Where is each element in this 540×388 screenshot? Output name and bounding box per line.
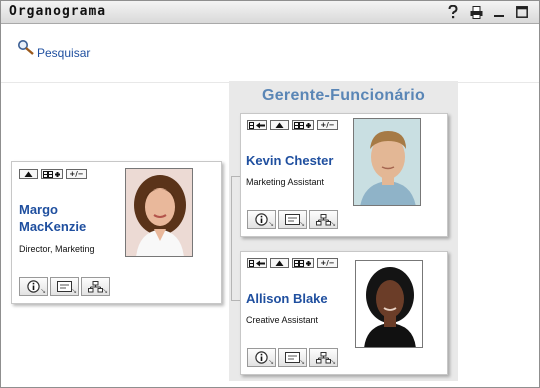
info-icon[interactable]: ↘ bbox=[247, 348, 276, 367]
magnifier-icon bbox=[17, 39, 35, 60]
expand-org-icon[interactable] bbox=[292, 258, 314, 268]
up-arrow-icon[interactable] bbox=[270, 120, 289, 130]
card-toolbar: +/− bbox=[247, 120, 338, 130]
search-link[interactable]: Pesquisar bbox=[17, 39, 90, 60]
up-arrow-icon[interactable] bbox=[19, 169, 38, 179]
expand-org-icon[interactable] bbox=[292, 120, 314, 130]
back-arrow-icon[interactable] bbox=[247, 120, 267, 130]
card-actions: ↘ ↘ ↘ bbox=[247, 210, 338, 229]
minimize-icon[interactable] bbox=[492, 4, 506, 20]
card-toolbar: +/− bbox=[19, 169, 87, 179]
email-icon[interactable]: ↘ bbox=[278, 348, 307, 367]
expand-org-icon[interactable] bbox=[41, 169, 63, 179]
manager-photo bbox=[125, 168, 193, 257]
employee-role: Marketing Assistant bbox=[246, 177, 325, 187]
employee-name[interactable]: Allison Blake bbox=[246, 290, 328, 307]
org-chart-icon[interactable]: ↘ bbox=[81, 277, 110, 296]
hierarchy-connector bbox=[231, 176, 240, 301]
employee-name[interactable]: Kevin Chester bbox=[246, 152, 333, 169]
manager-name-line1: Margo bbox=[19, 202, 58, 217]
employee-card[interactable]: +/− Allison Blake Creative Assistant ↘ ↘ bbox=[240, 251, 448, 375]
search-label[interactable]: Pesquisar bbox=[37, 46, 90, 60]
toggle-icon[interactable]: +/− bbox=[66, 169, 87, 179]
employee-card[interactable]: +/− Kevin Chester Marketing Assistant ↘ … bbox=[240, 113, 448, 237]
manager-name-line2: MacKenzie bbox=[19, 219, 87, 234]
print-icon[interactable] bbox=[469, 4, 483, 20]
back-arrow-icon[interactable] bbox=[247, 258, 267, 268]
maximize-icon[interactable] bbox=[515, 4, 529, 20]
manager-role: Director, Marketing bbox=[19, 244, 95, 254]
email-icon[interactable]: ↘ bbox=[278, 210, 307, 229]
toggle-icon[interactable]: +/− bbox=[317, 120, 338, 130]
title-bar-icons bbox=[446, 4, 529, 20]
group-title: Gerente-Funcionário bbox=[261, 87, 426, 104]
card-toolbar: +/− bbox=[247, 258, 338, 268]
up-arrow-icon[interactable] bbox=[270, 258, 289, 268]
card-actions: ↘ ↘ ↘ bbox=[247, 348, 338, 367]
toggle-icon[interactable]: +/− bbox=[317, 258, 338, 268]
help-icon[interactable] bbox=[446, 4, 460, 20]
manager-name[interactable]: Margo MacKenzie bbox=[19, 201, 86, 235]
org-chart-window: Organograma Pesquisar Gerente-Funcionári… bbox=[0, 0, 540, 388]
org-chart-icon[interactable]: ↘ bbox=[309, 348, 338, 367]
org-chart-icon[interactable]: ↘ bbox=[309, 210, 338, 229]
manager-card[interactable]: +/− Margo MacKenzie Director, Marketing … bbox=[11, 161, 222, 304]
employee-photo bbox=[355, 260, 423, 348]
info-icon[interactable]: ↘ bbox=[19, 277, 48, 296]
employee-role: Creative Assistant bbox=[246, 315, 319, 325]
title-bar: Organograma bbox=[1, 1, 539, 24]
window-title: Organograma bbox=[9, 4, 107, 19]
employee-photo bbox=[353, 118, 421, 206]
info-icon[interactable]: ↘ bbox=[247, 210, 276, 229]
card-actions: ↘ ↘ ↘ bbox=[19, 277, 110, 296]
email-icon[interactable]: ↘ bbox=[50, 277, 79, 296]
